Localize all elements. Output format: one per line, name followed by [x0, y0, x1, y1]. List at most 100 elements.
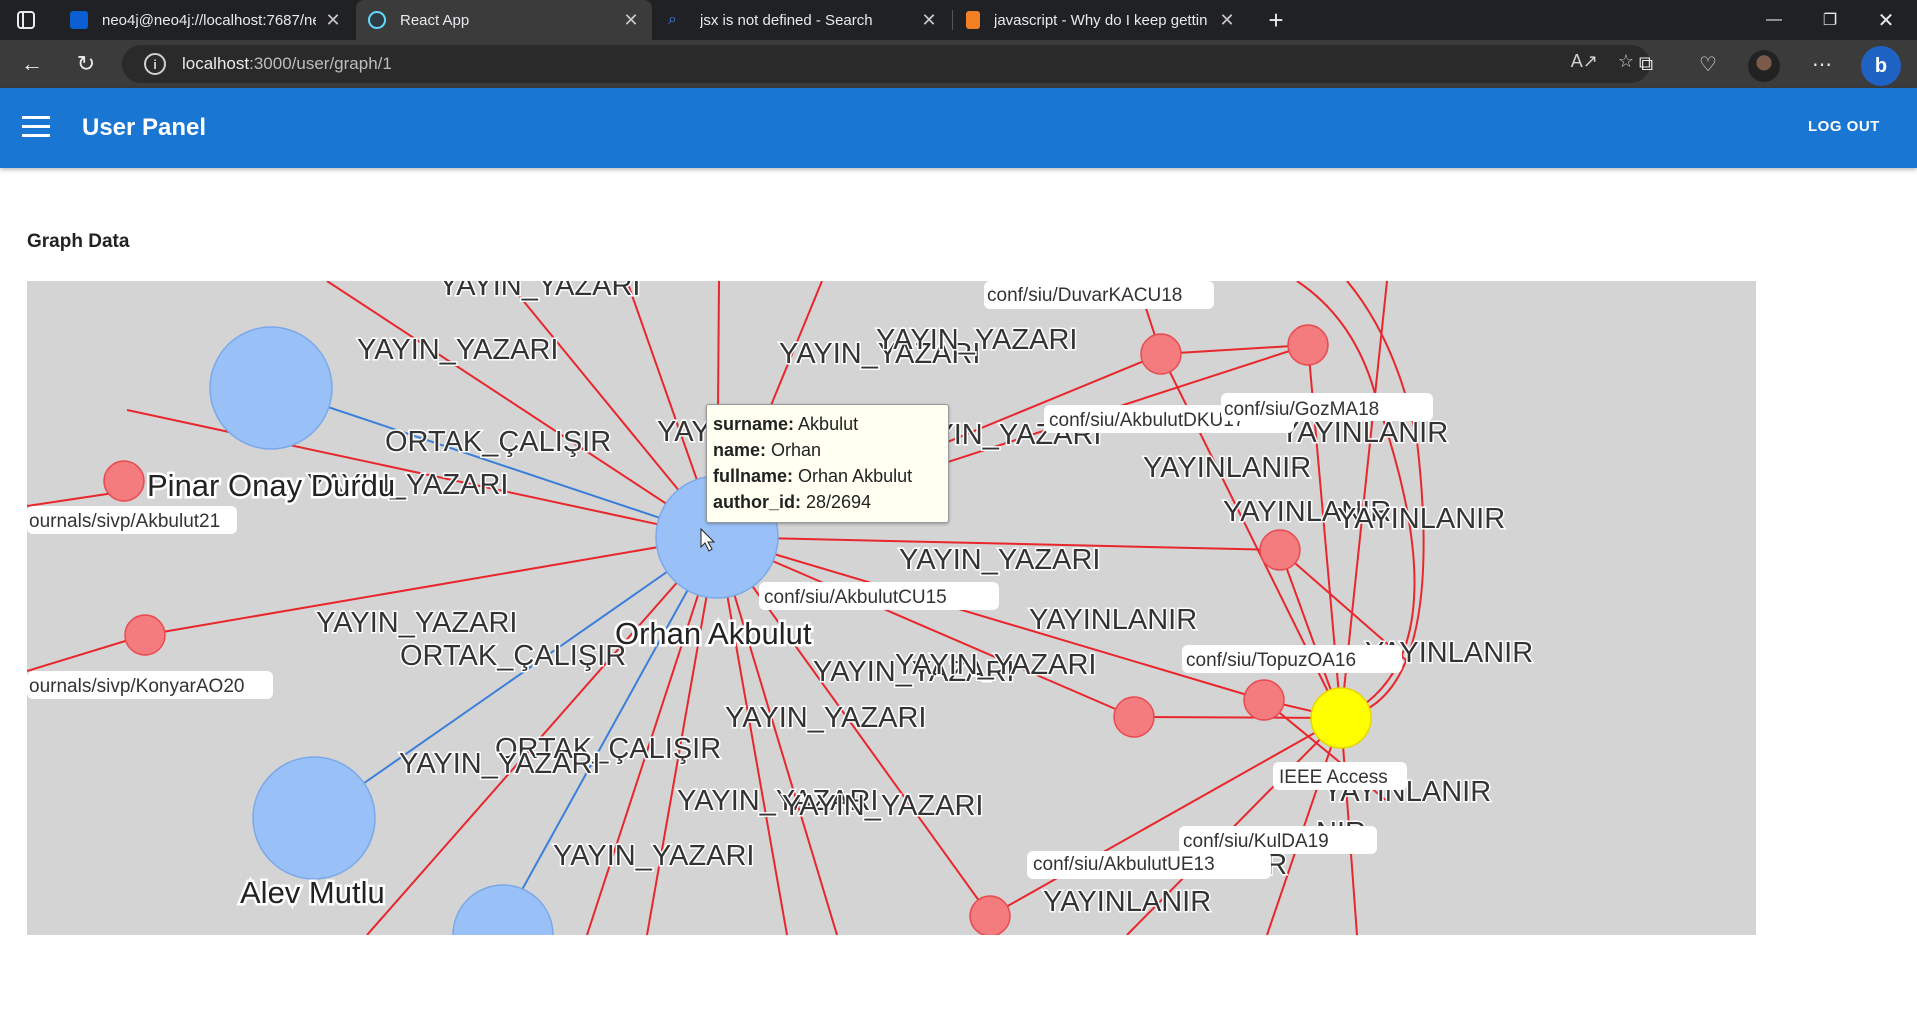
browser-essentials-button[interactable]: ♡ [1690, 48, 1726, 80]
back-button[interactable]: ← [14, 48, 50, 80]
reload-icon: ↻ [76, 51, 96, 76]
author-node[interactable] [452, 884, 554, 935]
edge-label-yayin-yazari: YAYIN_YAZARI [782, 790, 983, 822]
close-tab-icon[interactable]: ✕ [324, 10, 342, 31]
edge-label-yayin-yazari: YAYIN_YAZARI [553, 840, 754, 872]
url-host: localhost [182, 54, 250, 73]
publication-node[interactable] [103, 460, 145, 502]
venue-label: IEEE Access [1279, 767, 1388, 788]
minimize-button[interactable]: — [1746, 0, 1802, 40]
puzzle-icon: ⧉ [1638, 52, 1654, 75]
more-dots-icon: ⋯ [1812, 53, 1832, 76]
publication-node[interactable] [1287, 324, 1329, 366]
tooltip-value: Akbulut [798, 414, 859, 434]
publication-label: conf/siu/KulDA19 [1183, 831, 1329, 852]
publication-label: ournals/sivp/KonyarAO20 [29, 676, 244, 697]
browser-tab-react-app[interactable]: React App ✕ [356, 0, 652, 40]
author-label: Orhan Akbulut [615, 616, 812, 651]
edge-label-yayin-yazari: YAYIN_YAZARI [357, 334, 558, 366]
close-tab-icon[interactable]: ✕ [1218, 10, 1236, 31]
publication-label: ournals/sivp/Akbulut21 [29, 511, 220, 532]
graph-edge [1133, 716, 1342, 719]
tab-separator [952, 10, 953, 30]
bing-icon: b [1874, 54, 1888, 77]
bing-copilot-button[interactable]: b [1861, 46, 1901, 86]
heart-shield-icon: ♡ [1699, 53, 1717, 76]
browser-tab-search[interactable]: ⌕ jsx is not defined - Search ✕ [656, 0, 950, 40]
publication-node[interactable] [1259, 529, 1301, 571]
restore-icon: ❐ [1822, 12, 1838, 29]
app-bar: User Panel LOG OUT [0, 88, 1917, 168]
author-label: Alev Mutlu [240, 875, 385, 910]
publication-node[interactable] [124, 614, 166, 656]
browser-tab-strip: neo4j@neo4j://localhost:7687/ne ✕ React … [0, 0, 1917, 40]
reload-button[interactable]: ↻ [68, 48, 104, 80]
edge-label-yayin-yazari: YAYIN_YAZARI [899, 544, 1100, 576]
stackoverflow-favicon-icon [966, 11, 980, 29]
publication-node[interactable] [1243, 679, 1285, 721]
profile-avatar[interactable] [1748, 50, 1780, 82]
publication-label: conf/siu/TopuzOA16 [1186, 650, 1356, 671]
logout-button[interactable]: LOG OUT [1808, 118, 1880, 135]
restore-button[interactable]: ❐ [1802, 0, 1858, 40]
author-label: Pinar Onay Durdu [147, 468, 395, 503]
tooltip-row: fullname: Orhan Akbulut [713, 463, 942, 489]
publication-node[interactable] [969, 895, 1011, 935]
browser-toolbar: ← ↻ i localhost:3000/user/graph/1 A↗ ☆ ⧉… [0, 40, 1917, 88]
tooltip-row: surname: Akbulut [713, 411, 942, 437]
publication-label: conf/siu/DuvarKACU18 [987, 285, 1182, 306]
edge-label-yayinlanir: YAYINLANIR [1280, 417, 1448, 449]
edge-label-yayin-yazari: YAYIN_YAZARI [316, 607, 517, 639]
settings-more-button[interactable]: ⋯ [1804, 48, 1840, 80]
author-node[interactable] [252, 756, 376, 880]
publication-node[interactable] [1113, 696, 1155, 738]
tooltip-key: name: [713, 440, 767, 460]
url-path: :3000/user/graph/1 [249, 54, 392, 73]
publication-label: conf/siu/GozMA18 [1224, 399, 1379, 420]
close-tab-icon[interactable]: ✕ [622, 10, 640, 31]
venue-node[interactable] [1310, 687, 1372, 749]
graph-canvas[interactable]: YAYIN_YAZARI YAYIN_YAZARI YAYIN_YAZARI Y… [27, 281, 1756, 935]
close-icon: ✕ [1877, 9, 1895, 32]
publication-node[interactable] [1140, 333, 1182, 375]
close-window-button[interactable]: ✕ [1858, 0, 1914, 40]
react-favicon-icon [368, 11, 386, 29]
tooltip-key: fullname: [713, 466, 794, 486]
edge-label-yayin-yazari: YAYIN_YAZARI [439, 281, 640, 302]
search-favicon-icon: ⌕ [668, 11, 677, 28]
tooltip-row: author_id: 28/2694 [713, 489, 942, 515]
info-icon[interactable]: i [144, 53, 166, 75]
graph-edge [270, 387, 718, 538]
extensions-button[interactable]: ⧉ [1628, 48, 1664, 80]
browser-tab-stackoverflow[interactable]: javascript - Why do I keep gettin ✕ [954, 0, 1248, 40]
author-node[interactable] [209, 326, 333, 450]
tooltip-key: author_id: [713, 492, 801, 512]
edge-label-yayin-yazari: YAYIN_YAZARI [876, 324, 1077, 356]
browser-tab-neo4j[interactable]: neo4j@neo4j://localhost:7687/ne ✕ [58, 0, 354, 40]
graph-svg[interactable]: YAYIN_YAZARI YAYIN_YAZARI YAYIN_YAZARI Y… [27, 281, 1756, 935]
publication-label: conf/siu/AkbulutDKU17 [1049, 410, 1244, 431]
new-tab-button[interactable]: + [1254, 0, 1298, 40]
tooltip-value: Orhan Akbulut [798, 466, 913, 486]
edge-label-yayinlanir: YAYINLANIR [1029, 604, 1197, 636]
edge-label-yayin-yazari: YAYIN_YAZARI [399, 748, 600, 780]
minimize-icon: — [1766, 11, 1782, 28]
edge-label-ortak-calisir: ORTAK_ÇALIŞIR [400, 640, 626, 672]
address-bar[interactable]: i localhost:3000/user/graph/1 A↗ ☆ [122, 45, 1650, 83]
tooltip-value: Orhan [771, 440, 822, 460]
publication-label: conf/siu/AkbulutUE13 [1033, 854, 1215, 875]
menu-icon[interactable] [22, 116, 50, 140]
plus-icon: + [1268, 4, 1284, 35]
edge-label-yayinlanir: YAYINLANIR [1337, 503, 1505, 535]
url-text[interactable]: localhost:3000/user/graph/1 [182, 54, 392, 74]
tooltip-value: 28/2694 [806, 492, 872, 512]
close-tab-icon[interactable]: ✕ [920, 10, 938, 31]
publication-label: conf/siu/AkbulutCU15 [764, 587, 947, 608]
tooltip-key: surname: [713, 414, 795, 434]
neo4j-favicon-icon [70, 11, 88, 29]
read-aloud-icon[interactable]: A↗ [1571, 51, 1598, 72]
tab-actions-button[interactable] [0, 0, 52, 40]
tab-actions-icon [17, 11, 35, 29]
edge-label-yayin-yazari: YAYIN_YAZARI [895, 649, 1096, 681]
edge-label-yayinlanir: YAYINLANIR [1143, 452, 1311, 484]
